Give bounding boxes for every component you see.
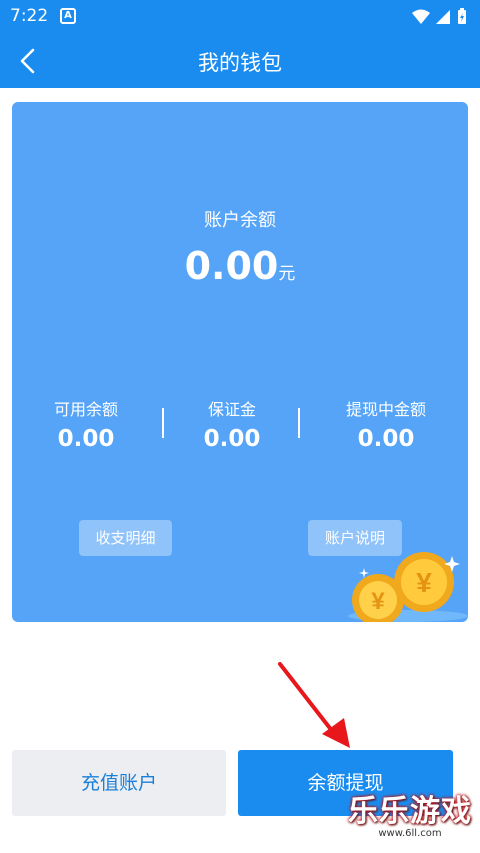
stat-deposit-label: 保证金 <box>207 400 256 419</box>
recharge-account-button[interactable]: 充值账户 <box>12 750 226 816</box>
app-bar: 我的钱包 <box>0 34 480 88</box>
app-notification-icon: A <box>60 8 76 24</box>
withdraw-balance-button[interactable]: 余额提现 <box>238 750 453 816</box>
transaction-details-button[interactable]: 收支明细 <box>79 520 172 556</box>
svg-text:¥: ¥ <box>371 588 385 615</box>
status-icons <box>410 7 470 31</box>
stat-withdrawing: 提现中金额 0.00 <box>316 396 456 452</box>
wifi-icon <box>412 9 430 24</box>
svg-text:¥: ¥ <box>416 567 432 598</box>
stat-deposit-value: 0.00 <box>203 426 261 452</box>
pointer-arrow-icon <box>278 662 350 748</box>
stat-withdrawing-value: 0.00 <box>357 426 415 452</box>
gold-coins-icon: ¥ ¥ <box>348 552 468 622</box>
stat-deposit: 保证金 0.00 <box>162 396 302 452</box>
signal-icon <box>436 10 450 24</box>
wallet-card: 账户余额 0.00元 可用余额 0.00 保证金 0.00 提现中金额 0.00… <box>12 102 468 622</box>
stat-withdrawing-label: 提现中金额 <box>345 400 426 419</box>
battery-icon <box>458 8 466 24</box>
balance-amount: 0.00元 <box>12 244 468 288</box>
balance-value: 0.00 <box>184 244 279 288</box>
balance-label: 账户余额 <box>204 210 276 231</box>
stat-available: 可用余额 0.00 <box>16 396 156 452</box>
status-time: 7:22 <box>10 6 49 26</box>
balance-unit: 元 <box>278 264 296 284</box>
watermark-url: www.6ll.com <box>378 828 442 839</box>
stat-available-label: 可用余额 <box>53 400 118 419</box>
stat-divider <box>298 408 300 438</box>
status-bar: 7:22 A <box>0 0 480 34</box>
stat-available-value: 0.00 <box>57 426 115 452</box>
page-title: 我的钱包 <box>198 51 282 75</box>
